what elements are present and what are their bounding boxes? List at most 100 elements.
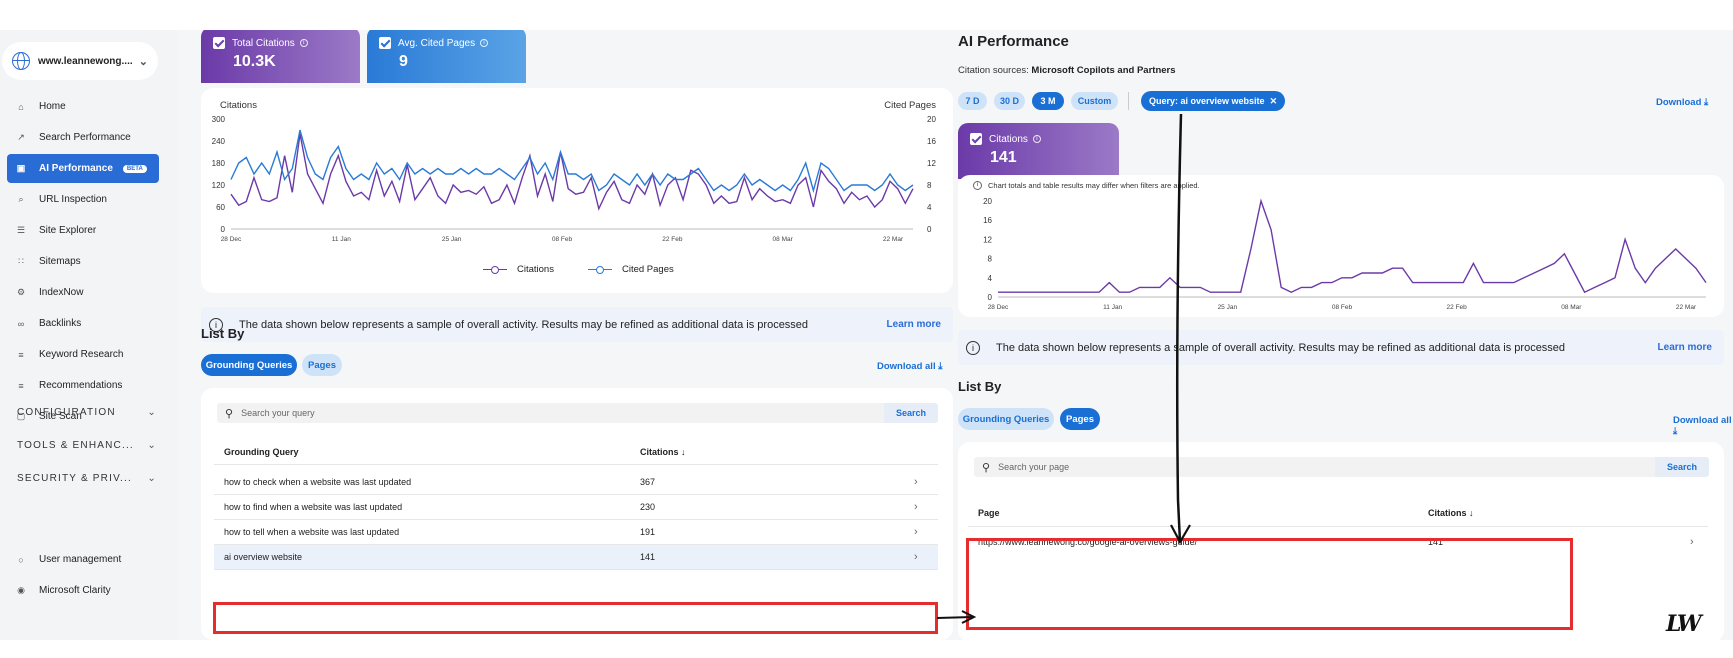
sort-down-icon: ↓	[681, 447, 686, 457]
sidebar-item-indexnow[interactable]: ⚙ IndexNow	[7, 278, 159, 307]
query-text: how to tell when a website was last upda…	[224, 527, 400, 537]
table-row[interactable]: how to check when a website was last upd…	[214, 470, 938, 495]
x-tick-label: 25 Jan	[442, 236, 462, 243]
home-icon: ⌂	[18, 101, 24, 112]
legend-label: Cited Pages	[621, 264, 674, 275]
sidebar-item-sitemaps[interactable]: ∷ Sitemaps	[7, 247, 159, 276]
close-icon[interactable]: ✕	[1270, 96, 1278, 107]
checkbox-icon[interactable]	[213, 37, 225, 49]
chevron-down-icon: ⌄	[147, 406, 157, 418]
checkbox-icon[interactable]	[379, 37, 391, 49]
chart-right-title: Cited Pages	[884, 100, 936, 111]
checkbox-icon[interactable]	[970, 133, 982, 145]
sidebar-item-user-management[interactable]: ○ User management	[7, 545, 159, 574]
left-chart-panel: Citations Cited Pages 0 60 120 180 240 300 0 4 8…	[201, 88, 953, 293]
sidebar-item-label: User management	[39, 554, 122, 565]
sidebar-item-microsoft-clarity[interactable]: ◉ Microsoft Clarity	[7, 576, 159, 605]
tab-grounding-queries[interactable]: Grounding Queries	[201, 354, 297, 376]
query-citations-chart: 0 4 8 12 16 20 28 Dec 11 Jan 25 Jan 08 Feb 22 Feb 0…	[983, 197, 1707, 311]
sidebar-nav: ⌂ Home ↗ Search Performance ▣ AI Performance B…	[7, 92, 159, 433]
y2-tick-label: 12	[927, 159, 936, 168]
x-tick-label: 28 Dec	[988, 304, 1009, 311]
metric-value: 9	[399, 53, 408, 70]
search-input[interactable]: Search your query	[241, 408, 315, 418]
download-icon: ⤓	[1673, 426, 1678, 437]
y-tick-label: 4	[988, 274, 993, 283]
metric-label: Avg. Cited Pages	[398, 37, 476, 49]
search-button[interactable]: Search	[883, 403, 938, 423]
search-input[interactable]: Search your page	[998, 462, 1069, 472]
series-line-citations	[230, 133, 914, 211]
info-banner-right: i The data shown below represents a samp…	[958, 330, 1724, 365]
table-row[interactable]: ai overview website 141 ›	[214, 545, 938, 570]
col-grounding-query[interactable]: Grounding Query	[224, 447, 299, 457]
y-tick-label: 16	[983, 216, 992, 225]
list-by-label: List By	[201, 326, 245, 341]
chevron-right-icon: ›	[914, 551, 918, 563]
y2-tick-label: 4	[927, 203, 932, 212]
table-row[interactable]: how to find when a website was last upda…	[214, 495, 938, 520]
lw-logo: LW	[1666, 611, 1702, 637]
table-row[interactable]: how to tell when a website was last upda…	[214, 520, 938, 545]
sort-down-icon: ↓	[1469, 507, 1474, 518]
download-icon: ⤓	[938, 361, 943, 372]
query-text: how to check when a website was last upd…	[224, 477, 412, 487]
col-citations[interactable]: Citations ↓	[640, 447, 686, 457]
avg-cited-pages-card[interactable]: Avg. Cited Pages i 9	[367, 30, 526, 83]
learn-more-link[interactable]: Learn more	[1658, 342, 1712, 353]
group-configuration[interactable]: CONFIGURATION ⌄	[17, 402, 157, 422]
info-banner: i The data shown below represents a samp…	[201, 307, 953, 342]
x-tick-label: 08 Feb	[552, 236, 573, 243]
range-30d[interactable]: 30 D	[994, 92, 1025, 110]
table-header: Page Citations ↓	[968, 499, 1708, 527]
range-3m[interactable]: 3 M	[1032, 92, 1064, 110]
download-all-link[interactable]: Download all ⤓	[1673, 415, 1733, 437]
y-tick-label: 300	[212, 115, 226, 124]
sidebar-item-ai-performance[interactable]: ▣ AI Performance BETA	[7, 154, 159, 183]
sidebar: www.leannewong.... ⌄ ⌂ Home ↗ Search Perfor…	[0, 30, 178, 640]
info-icon: i	[299, 39, 308, 47]
citations-card[interactable]: Citations i 141	[958, 123, 1119, 179]
y-tick-label: 240	[212, 137, 226, 146]
gear-icon: ⚙	[16, 287, 26, 297]
tab-grounding-queries[interactable]: Grounding Queries	[958, 408, 1054, 430]
chart-left-title: Citations	[220, 100, 257, 111]
list-by-heading: List By	[201, 326, 244, 341]
y-tick-label: 180	[212, 159, 226, 168]
y2-tick-label: 20	[927, 115, 936, 124]
citation-count: 367	[640, 477, 656, 487]
sidebar-item-label: Recommendations	[39, 380, 123, 391]
tab-pages[interactable]: Pages	[302, 354, 342, 376]
info-icon: i	[966, 340, 980, 355]
banner-text: The data shown below represents a sample…	[239, 318, 809, 331]
ai-icon: ▣	[16, 163, 26, 173]
x-tick-label: 25 Jan	[1218, 304, 1238, 311]
sidebar-item-label: Sitemaps	[39, 256, 81, 267]
group-tools[interactable]: TOOLS & ENHANC... ⌄	[17, 435, 157, 455]
sidebar-item-backlinks[interactable]: ∞ Backlinks	[7, 309, 159, 338]
sidebar-item-search-performance[interactable]: ↗ Search Performance	[7, 123, 159, 152]
download-link[interactable]: Download ⤓	[1656, 97, 1708, 108]
tab-pages[interactable]: Pages	[1060, 408, 1100, 430]
x-tick-label: 22 Mar	[1676, 304, 1697, 311]
sidebar-item-site-explorer[interactable]: ☰ Site Explorer	[7, 216, 159, 245]
range-custom[interactable]: Custom	[1071, 92, 1118, 110]
download-all-link[interactable]: Download all ⤓	[877, 361, 942, 372]
sidebar-item-keyword-research[interactable]: ≡ Keyword Research	[7, 340, 159, 369]
col-page[interactable]: Page	[978, 508, 1000, 518]
sidebar-item-recommendations[interactable]: ≡ Recommendations	[7, 371, 159, 400]
group-security[interactable]: SECURITY & PRIV... ⌄	[17, 468, 157, 488]
citation-count: 191	[640, 527, 656, 537]
sidebar-item-url-inspection[interactable]: ⌕ URL Inspection	[7, 185, 159, 214]
site-selector[interactable]: www.leannewong.... ⌄	[2, 42, 158, 80]
query-filter-chip[interactable]: Query: ai overview website ✕	[1141, 91, 1286, 111]
sidebar-item-label: Microsoft Clarity	[39, 585, 111, 596]
search-button[interactable]: Search	[1654, 457, 1709, 477]
total-citations-card[interactable]: Total Citations i 10.3K	[201, 30, 360, 83]
range-7d[interactable]: 7 D	[958, 92, 987, 110]
col-citations[interactable]: Citations ↓	[1428, 508, 1474, 518]
y2-tick-label: 8	[927, 181, 932, 190]
learn-more-link[interactable]: Learn more	[887, 319, 941, 330]
sidebar-item-home[interactable]: ⌂ Home	[7, 92, 159, 121]
metric-value: 10.3K	[233, 53, 276, 70]
